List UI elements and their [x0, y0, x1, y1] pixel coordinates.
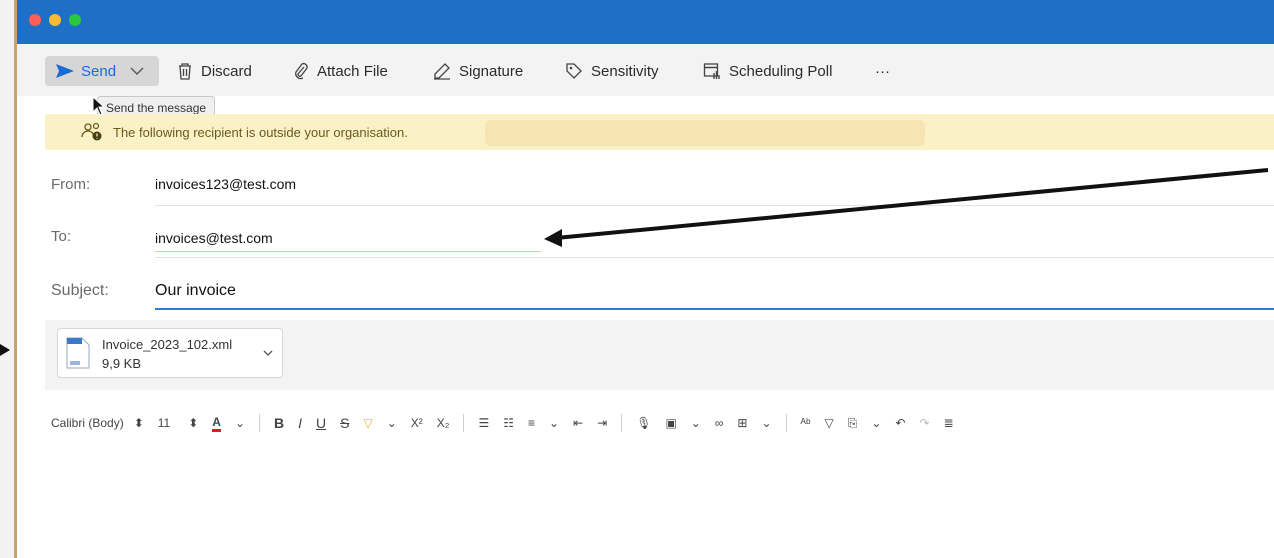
from-label: From: — [51, 176, 91, 193]
to-field[interactable]: invoices@test.com — [155, 230, 273, 246]
signature-label: Signature — [459, 62, 524, 80]
sensitivity-label: Sensitivity — [591, 62, 659, 80]
trash-icon — [177, 62, 193, 80]
close-window-button[interactable] — [29, 14, 41, 26]
subject-field[interactable]: Our invoice — [155, 282, 236, 300]
compose-toolbar: Send Discard Attach File Signature Sensi… — [17, 44, 1274, 96]
scheduling-poll-label: Scheduling Poll — [729, 62, 833, 80]
link-icon[interactable]: ∞ — [715, 416, 724, 430]
highlight-chevron-icon[interactable]: ⌄ — [387, 416, 397, 430]
paperclip-icon — [293, 62, 309, 80]
scheduling-poll-button[interactable]: Scheduling Poll — [703, 58, 832, 84]
title-bar — [17, 0, 1274, 44]
send-options-chevron-icon[interactable] — [130, 66, 144, 76]
superscript-icon[interactable]: X² — [411, 416, 423, 430]
to-label: To: — [51, 228, 72, 245]
bold-icon[interactable]: B — [274, 415, 284, 431]
picture-chevron-icon[interactable]: ⌄ — [691, 416, 701, 430]
attachment-options-chevron-icon[interactable] — [263, 349, 273, 357]
from-row: From: invoices123@test.com — [45, 166, 1274, 206]
divider — [259, 414, 261, 432]
annotation-arrowhead-left — [0, 344, 10, 356]
formatting-toolbar: Calibri (Body) ⬍ 11 ⬍ A ⌄ B I U S ▽ ⌄ X²… — [45, 408, 1274, 438]
table-icon[interactable]: ⊞ — [737, 416, 747, 430]
bullets-icon[interactable]: ☰ — [478, 416, 489, 430]
font-stepper-icon: ⬍ — [133, 416, 144, 430]
size-stepper-icon: ⬍ — [188, 416, 199, 430]
underline-icon[interactable]: U — [316, 415, 326, 431]
discard-button[interactable]: Discard — [177, 58, 252, 84]
subject-label: Subject: — [51, 282, 109, 299]
external-recipient-warning: The following recipient is outside your … — [45, 114, 1274, 150]
more-formatting-icon[interactable]: ≣ — [944, 416, 954, 430]
divider — [785, 414, 787, 432]
compose-window: Send Discard Attach File Signature Sensi… — [14, 0, 1274, 558]
xml-file-icon — [66, 337, 90, 369]
font-color-chevron-icon[interactable]: ⌄ — [235, 416, 245, 430]
send-icon — [55, 63, 75, 79]
font-size-value: 11 — [157, 416, 171, 430]
discard-label: Discard — [201, 62, 252, 80]
font-color-icon[interactable]: A — [212, 415, 221, 432]
send-button[interactable]: Send — [45, 56, 159, 86]
align-chevron-icon[interactable]: ⌄ — [549, 416, 559, 430]
more-options-label: ··· — [875, 62, 890, 80]
undo-icon[interactable]: ↶ — [895, 416, 905, 430]
divider — [621, 414, 623, 432]
attachment-size: 9,9 KB — [102, 356, 142, 371]
dictate-microphone-icon[interactable]: 🎙 — [636, 416, 651, 430]
more-options-button[interactable]: ··· — [875, 58, 890, 84]
subject-row: Subject: Our invoice — [45, 270, 1274, 310]
numbering-icon[interactable]: ☷ — [503, 416, 514, 430]
attach-file-button[interactable]: Attach File — [293, 58, 388, 84]
sensitivity-button[interactable]: Sensitivity — [565, 58, 659, 84]
italic-icon[interactable]: I — [298, 415, 302, 431]
redo-icon[interactable]: ↷ — [919, 416, 929, 430]
zoom-window-button[interactable] — [69, 14, 81, 26]
insert-picture-icon[interactable]: ▣ — [665, 416, 676, 430]
table-chevron-icon[interactable]: ⌄ — [761, 416, 771, 430]
send-label: Send — [81, 62, 117, 80]
attachment-card[interactable]: Invoice_2023_102.xml 9,9 KB — [57, 328, 283, 378]
font-size-select[interactable]: 11 ⬍ — [158, 416, 199, 430]
font-family-select[interactable]: Calibri (Body) ⬍ — [51, 416, 144, 430]
to-row: To: invoices@test.com — [45, 218, 1274, 258]
to-divider — [155, 257, 1274, 258]
editor-icon[interactable]: ▽ — [825, 416, 834, 430]
people-warning-icon — [81, 122, 103, 142]
tag-icon — [565, 62, 583, 80]
warning-text: The following recipient is outside your … — [113, 124, 408, 140]
paste-icon[interactable]: ⎘ — [848, 416, 858, 431]
spelling-icon[interactable]: ᴬᵇ — [801, 416, 811, 430]
paste-chevron-icon[interactable]: ⌄ — [871, 416, 881, 430]
divider — [463, 414, 465, 432]
attachment-name: Invoice_2023_102.xml — [102, 337, 233, 352]
to-underline — [155, 251, 541, 252]
pen-icon — [433, 62, 451, 80]
recipient-chip — [485, 120, 925, 146]
attachment-area: Invoice_2023_102.xml 9,9 KB — [45, 320, 1274, 390]
mouse-cursor-icon — [92, 96, 106, 116]
align-icon[interactable]: ≡ — [528, 416, 535, 430]
signature-button[interactable]: Signature — [433, 58, 523, 84]
poll-chart-icon — [703, 62, 721, 80]
font-family-value: Calibri (Body) — [51, 416, 124, 430]
subject-divider — [155, 308, 1274, 310]
strikethrough-icon[interactable]: S — [340, 415, 349, 431]
from-divider — [155, 205, 1274, 206]
indent-icon[interactable]: ⇥ — [597, 416, 607, 430]
outdent-icon[interactable]: ⇤ — [573, 416, 583, 430]
subscript-icon[interactable]: X₂ — [437, 416, 450, 430]
minimize-window-button[interactable] — [49, 14, 61, 26]
from-field[interactable]: invoices123@test.com — [155, 176, 296, 192]
attach-file-label: Attach File — [317, 62, 388, 80]
highlight-icon[interactable]: ▽ — [364, 416, 373, 430]
